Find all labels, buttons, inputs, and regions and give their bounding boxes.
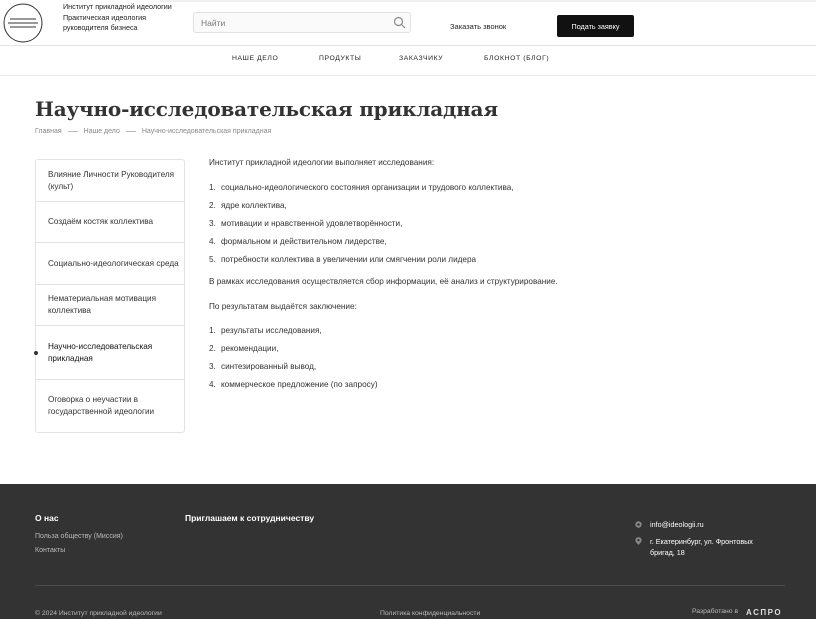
- list-item: 3. синтезированный вывод,: [209, 362, 317, 371]
- list-item: 4. формальном и действительном лидерстве,: [209, 237, 387, 246]
- developed-by-label: Разработано в: [692, 608, 739, 615]
- sidebar-item-label: Влияние Личности Руководителя (культ): [48, 169, 175, 191]
- header: Институт прикладной идеологии Практическ…: [0, 0, 816, 46]
- sidebar-item-disclaimer[interactable]: Оговорка о неучастии в государственной и…: [36, 380, 184, 432]
- footer-address: г. Екатеринбург, ул. Фронтовых бригад, 1…: [650, 537, 753, 557]
- footer: О нас Польза обществу (Миссия) Контакты …: [0, 484, 816, 619]
- breadcrumb-our-work[interactable]: Наше дело: [84, 128, 120, 135]
- list-item: 3. мотивации и нравственной удовлетворённ…: [209, 219, 403, 228]
- search-icon[interactable]: [393, 16, 406, 29]
- developer-logo[interactable]: АСПРО: [746, 608, 782, 617]
- sidebar-item-motivation[interactable]: Нематериальная мотивация коллектива: [36, 285, 184, 326]
- location-pin-icon: [635, 537, 642, 545]
- sidebar-item-research[interactable]: Научно-исследовательская прикладная: [34, 326, 184, 380]
- org-slogan: Практическая идеология руководителя бизн…: [63, 12, 147, 33]
- search-input[interactable]: [201, 15, 386, 30]
- sidebar-item-team-core[interactable]: Создаём костяк коллектива: [36, 202, 184, 243]
- active-indicator: [34, 350, 38, 355]
- footer-divider: [35, 585, 785, 586]
- footer-link-mission[interactable]: Польза обществу (Миссия): [35, 533, 123, 540]
- breadcrumb-separator: [125, 130, 136, 132]
- apply-button[interactable]: Подать заявку: [557, 15, 634, 37]
- list-item: 1. результаты исследования,: [209, 326, 322, 335]
- sidebar-menu: Влияние Личности Руководителя (культ) Со…: [34, 159, 185, 433]
- nav-item-our-work[interactable]: НАШЕ ДЕЛО: [232, 55, 278, 62]
- privacy-policy-link[interactable]: Политика конфиденциальности: [380, 610, 480, 617]
- footer-cooperation-heading[interactable]: Приглашаем к сотрудничеству: [185, 513, 314, 523]
- sidebar-item-label: Оговорка о неучастии в государственной и…: [48, 395, 155, 416]
- page-title: Научно-исследовательская прикладная: [35, 97, 498, 121]
- breadcrumb: Главная Наше дело Научно-исследовательская…: [35, 128, 271, 135]
- org-name: Институт прикладной идеологии: [63, 2, 172, 11]
- brand-block[interactable]: Институт прикладной идеологии Практическ…: [63, 2, 173, 34]
- logo-icon[interactable]: [3, 3, 43, 43]
- callback-link[interactable]: Заказать звонок: [450, 22, 506, 31]
- list-item: 2. ядре коллектива,: [209, 201, 287, 210]
- email-icon: [635, 521, 642, 528]
- sidebar-item-label: Научно-исследовательская прикладная: [48, 341, 153, 363]
- nav-item-for-customer[interactable]: ЗАКАЗЧИКУ: [399, 55, 443, 62]
- sidebar-item-label: Создаём костяк коллектива: [48, 217, 154, 226]
- breadcrumb-separator: [67, 130, 78, 132]
- nav-item-blog[interactable]: БЛОКНОТ (БЛОГ): [484, 55, 549, 62]
- list-item: 2. рекомендации,: [209, 344, 279, 353]
- sidebar-item-social-environment[interactable]: Социально-идеологическая среда: [36, 243, 184, 285]
- footer-email[interactable]: info@ideologii.ru: [650, 519, 704, 530]
- breadcrumb-current: Научно-исследовательская прикладная: [141, 128, 272, 135]
- breadcrumb-home[interactable]: Главная: [35, 128, 62, 135]
- sidebar-item-leader-influence[interactable]: Влияние Личности Руководителя (культ): [36, 160, 184, 202]
- header-accent-line: [160, 0, 816, 2]
- sidebar-item-label: Нематериальная мотивация коллектива: [48, 294, 157, 315]
- list-item: 4. коммерческое предложение (по запросу): [209, 380, 378, 389]
- footer-about-heading: О нас: [35, 513, 59, 523]
- sidebar-item-label: Социально-идеологическая среда: [48, 258, 179, 268]
- main-nav: НАШЕ ДЕЛО ПРОДУКТЫ ЗАКАЗЧИКУ БЛОКНОТ (БЛ…: [0, 46, 816, 76]
- list-item: 1. социально-идеологического состояния ор…: [209, 183, 514, 192]
- nav-item-products[interactable]: ПРОДУКТЫ: [319, 55, 361, 62]
- intro-text: Институт прикладной идеологии выполняет …: [209, 158, 435, 167]
- footer-link-contacts[interactable]: Контакты: [35, 547, 65, 554]
- search-box: [193, 12, 411, 33]
- process-text: В рамках исследования осуществляется сбо…: [209, 277, 558, 286]
- list-item: 5. потребности коллектива в увеличении ил…: [209, 255, 477, 264]
- results-intro-text: По результатам выдаётся заключение:: [209, 302, 357, 311]
- footer-copyright: © 2024 Институт прикладной идеологии: [35, 610, 162, 617]
